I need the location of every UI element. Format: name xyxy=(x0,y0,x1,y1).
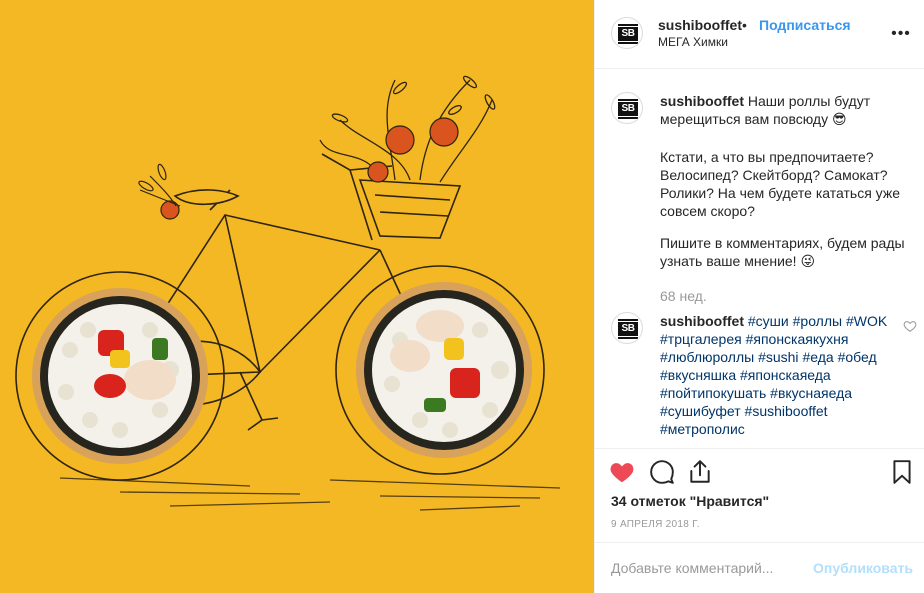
logo-bar-icon xyxy=(618,117,638,119)
instagram-post: SB sushibooffet • Подписаться МЕГА Химки… xyxy=(0,0,924,593)
hashtag-link[interactable]: #японскаякухня xyxy=(746,331,849,347)
caption-paragraph: Пишите в комментариях, будем рады узнать… xyxy=(660,235,905,269)
bicycle-sushi-illustration xyxy=(15,75,561,511)
caption-avatar[interactable]: SB xyxy=(611,92,643,124)
hashtag-link[interactable]: #японскаяеда xyxy=(740,367,831,383)
caption-text: sushibooffet Наши роллы будут мерещиться… xyxy=(660,92,910,128)
sushi-roll-right xyxy=(356,282,532,458)
logo-bar-icon xyxy=(618,337,638,339)
post-date[interactable]: 9 апреля 2018 г. xyxy=(611,519,700,530)
follow-button[interactable]: Подписаться xyxy=(759,17,851,33)
likes-count[interactable]: 34 отметок "Нравится" xyxy=(611,493,769,509)
post-header: SB sushibooffet • Подписаться МЕГА Химки… xyxy=(595,0,924,69)
header-username[interactable]: sushibooffet xyxy=(658,17,742,33)
sushi-roll-left xyxy=(32,288,208,464)
hashtag-link[interactable]: #еда xyxy=(802,349,833,365)
post-photo[interactable] xyxy=(0,0,594,593)
more-horizontal-icon[interactable]: ••• xyxy=(889,24,913,44)
comment-bubble-icon[interactable] xyxy=(649,459,675,485)
comment-input[interactable] xyxy=(611,560,801,576)
comment-username[interactable]: sushibooffet xyxy=(660,313,744,329)
post-side-panel: SB sushibooffet • Подписаться МЕГА Химки… xyxy=(594,0,924,593)
brand-logo: SB xyxy=(618,322,638,336)
separator-dot: • xyxy=(742,17,747,33)
post-comment-button[interactable]: Опубликовать xyxy=(813,560,913,576)
hashtag-list: #суши #роллы #WOK #трцгалерея #японскаяк… xyxy=(660,313,887,437)
hashtag-link[interactable]: #люблюроллы xyxy=(660,349,754,365)
hashtag-link[interactable]: #вкусняшка xyxy=(660,367,736,383)
hashtag-link[interactable]: #пойтипокушать xyxy=(660,385,766,401)
post-actions: 34 отметок "Нравится" 9 апреля 2018 г. xyxy=(595,448,924,542)
hashtag-link[interactable]: #вкуснаяеда xyxy=(770,385,852,401)
heart-filled-icon[interactable] xyxy=(609,459,635,485)
caption-timestamp[interactable]: 68 нед. xyxy=(660,288,707,304)
hashtag-link[interactable]: #метрополис xyxy=(660,421,745,437)
hashtag-link[interactable]: #сушибуфет xyxy=(660,403,741,419)
hashtag-link[interactable]: #WOK xyxy=(846,313,887,329)
logo-bar-icon xyxy=(618,42,638,44)
hashtag-link[interactable]: #обед xyxy=(838,349,877,365)
brand-logo: SB xyxy=(618,102,638,116)
hashtag-link[interactable]: #суши xyxy=(748,313,789,329)
heart-outline-small-icon[interactable] xyxy=(903,319,917,333)
hashtag-link[interactable]: #роллы xyxy=(793,313,842,329)
share-icon[interactable] xyxy=(687,459,713,485)
bookmark-icon[interactable] xyxy=(889,459,915,485)
comment-avatar[interactable]: SB xyxy=(611,312,643,344)
caption-paragraph: Кстати, а что вы предпочитаете? Велосипе… xyxy=(660,149,900,219)
comments-list[interactable]: SB sushibooffet Наши роллы будут мерещит… xyxy=(595,70,924,448)
brand-logo: SB xyxy=(618,27,638,41)
logo-bar-icon xyxy=(618,24,638,26)
caption-username[interactable]: sushibooffet xyxy=(660,93,744,109)
location-link[interactable]: МЕГА Химки xyxy=(658,35,728,49)
logo-bar-icon xyxy=(618,319,638,321)
hashtag-comment: sushibooffet #суши #роллы #WOK #трцгалер… xyxy=(660,312,898,438)
hashtag-link[interactable]: #sushi xyxy=(758,349,798,365)
logo-bar-icon xyxy=(618,99,638,101)
hashtag-link[interactable]: #трцгалерея xyxy=(660,331,742,347)
profile-avatar[interactable]: SB xyxy=(611,17,643,49)
hashtag-link[interactable]: #sushibooffet xyxy=(745,403,828,419)
add-comment-bar: Опубликовать xyxy=(595,542,924,593)
